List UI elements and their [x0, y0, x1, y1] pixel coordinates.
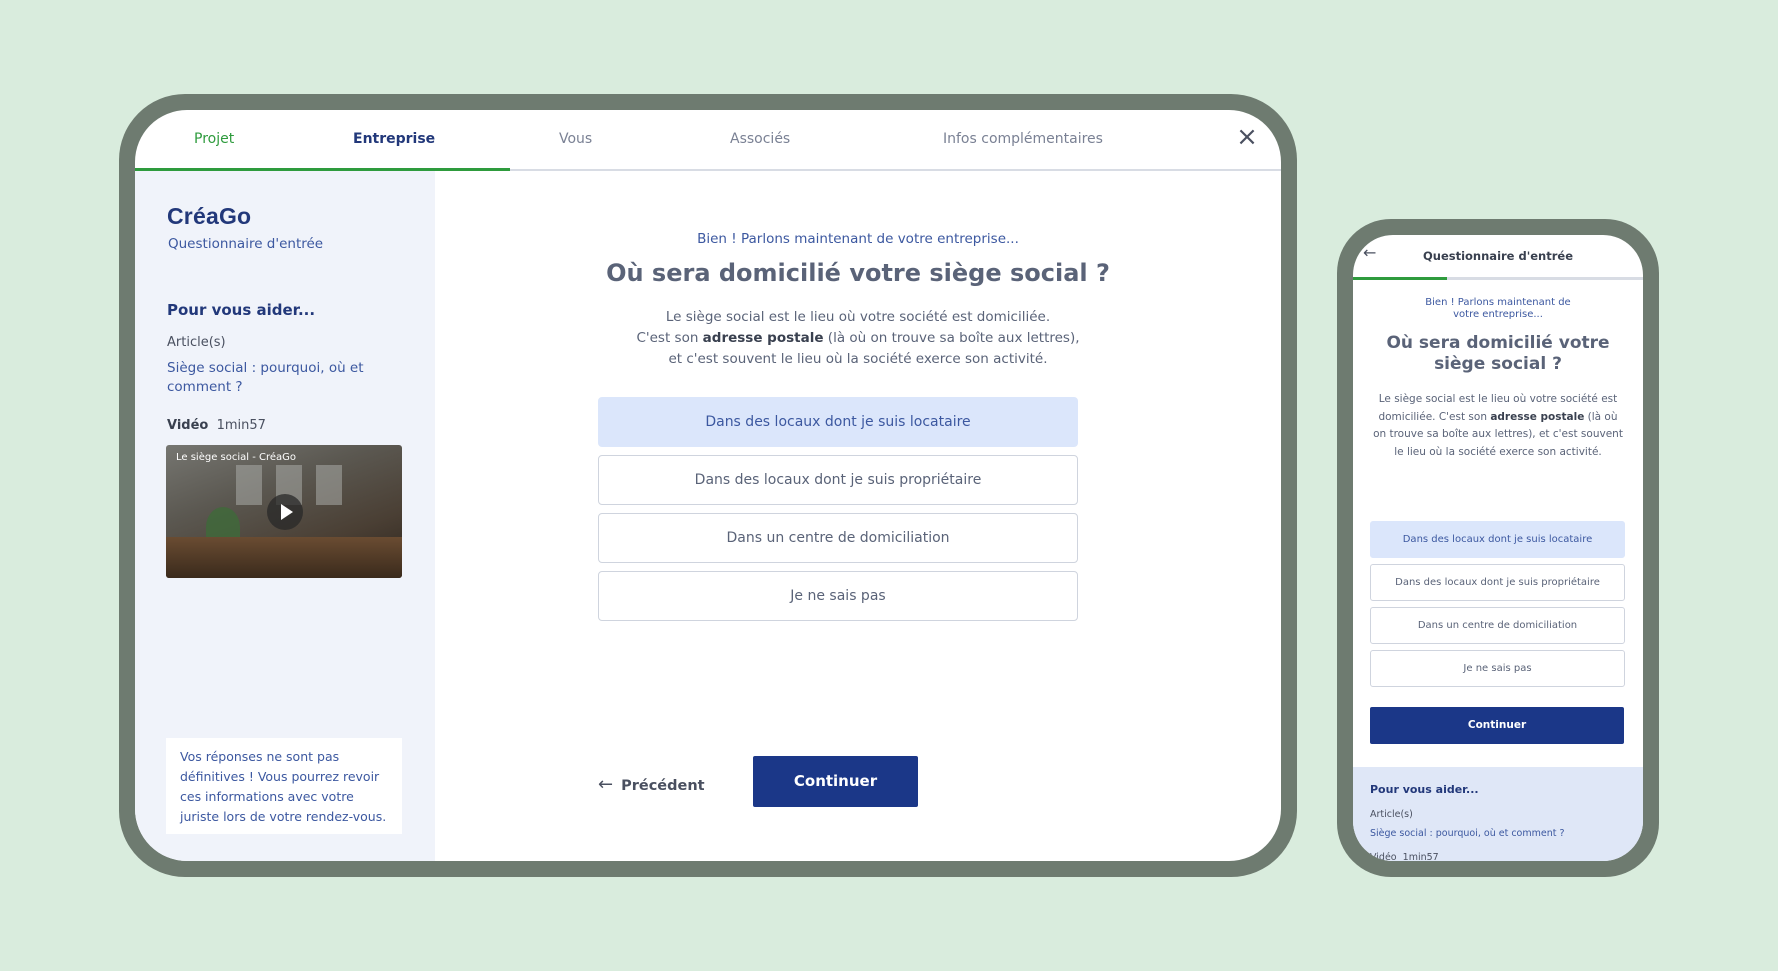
description-emphasis: adresse postale	[702, 330, 824, 346]
phone-help-section: Pour vous aider... Article(s) Siège soci…	[1353, 767, 1643, 861]
phone-continue-button[interactable]: Continuer	[1370, 707, 1624, 744]
tablet-frame: Projet Entreprise Vous Associés Infos co…	[119, 94, 1297, 877]
phone-articles-label: Article(s)	[1370, 809, 1413, 820]
info-note: Vos réponses ne sont pas définitives ! V…	[166, 738, 402, 834]
brand-subtitle: Questionnaire d'entrée	[168, 236, 324, 252]
continue-button[interactable]: Continuer	[753, 756, 918, 807]
thumbnail-window	[316, 465, 342, 505]
description-line-2: C'est son adresse postale (là où on trou…	[558, 328, 1158, 349]
phone-description-emphasis: adresse postale	[1490, 410, 1585, 423]
brand-logo: CréaGo	[167, 203, 252, 229]
main-content: Bien ! Parlons maintenant de votre entre…	[435, 171, 1281, 861]
option-locataire[interactable]: Dans des locaux dont je suis locataire	[598, 397, 1078, 447]
phone-question-description: Le siège social est le lieu où votre soc…	[1371, 391, 1625, 461]
video-label: Vidéo 1min57	[167, 418, 266, 433]
phone-progress-bar	[1353, 277, 1447, 280]
video-thumbnail[interactable]: Le siège social - CréaGo	[166, 445, 402, 578]
tablet-screen: Projet Entreprise Vous Associés Infos co…	[135, 110, 1281, 861]
description-line-2-end: (là où on trouve sa boîte aux lettres),	[823, 330, 1080, 346]
previous-label: Précédent	[621, 778, 705, 794]
option-je-ne-sais-pas[interactable]: Je ne sais pas	[598, 571, 1078, 621]
phone-option-domiciliation[interactable]: Dans un centre de domiciliation	[1370, 607, 1625, 644]
tab-vous[interactable]: Vous	[559, 131, 592, 147]
tab-infos-complementaires[interactable]: Infos complémentaires	[943, 131, 1103, 147]
phone-video-label-text: Vidéo	[1370, 852, 1397, 861]
articles-label: Article(s)	[167, 335, 226, 350]
phone-intro-text: Bien ! Parlons maintenant de votre entre…	[1425, 297, 1571, 320]
thumbnail-desk	[166, 537, 402, 578]
phone-video-duration: 1min57	[1402, 852, 1439, 861]
phone-frame: ← Questionnaire d'entrée Bien ! Parlons …	[1337, 219, 1659, 877]
question-description: Le siège social est le lieu où votre soc…	[558, 307, 1158, 370]
description-line-3: et c'est souvent le lieu où la société e…	[668, 351, 1048, 367]
phone-question-title: Où sera domicilié votre siège social ?	[1386, 333, 1610, 374]
close-icon[interactable]: ×	[1233, 123, 1261, 151]
video-title: Le siège social - CréaGo	[176, 452, 297, 463]
phone-option-proprietaire[interactable]: Dans des locaux dont je suis propriétair…	[1370, 564, 1625, 601]
option-domiciliation[interactable]: Dans un centre de domiciliation	[598, 513, 1078, 563]
tab-projet[interactable]: Projet	[194, 131, 234, 147]
article-link[interactable]: Siège social : pourquoi, où et comment ?	[167, 359, 377, 397]
phone-header-title: Questionnaire d'entrée	[1422, 249, 1573, 263]
description-line-2-start: C'est son	[636, 330, 703, 346]
tab-entreprise[interactable]: Entreprise	[353, 131, 435, 147]
previous-button[interactable]: ← Précédent	[598, 771, 705, 799]
intro-text: Bien ! Parlons maintenant de votre entre…	[697, 231, 1019, 247]
phone-header: ← Questionnaire d'entrée	[1353, 235, 1643, 280]
arrow-left-icon: ←	[598, 774, 614, 795]
phone-option-je-ne-sais-pas[interactable]: Je ne sais pas	[1370, 650, 1625, 687]
thumbnail-window	[236, 465, 262, 505]
sidebar: CréaGo Questionnaire d'entrée Pour vous …	[135, 171, 435, 861]
video-duration: 1min57	[216, 418, 266, 433]
help-title: Pour vous aider...	[167, 301, 316, 319]
video-label-text: Vidéo	[167, 418, 209, 433]
option-proprietaire[interactable]: Dans des locaux dont je suis propriétair…	[598, 455, 1078, 505]
phone-article-link[interactable]: Siège social : pourquoi, où et comment ?	[1370, 828, 1565, 839]
phone-option-locataire[interactable]: Dans des locaux dont je suis locataire	[1370, 521, 1625, 558]
description-line-1: Le siège social est le lieu où votre soc…	[665, 309, 1051, 325]
phone-help-title: Pour vous aider...	[1370, 783, 1479, 796]
phone-video-label: Vidéo 1min57	[1370, 852, 1439, 861]
tab-associes[interactable]: Associés	[730, 131, 790, 147]
question-title: Où sera domicilié votre siège social ?	[606, 259, 1110, 287]
step-tabs: Projet Entreprise Vous Associés Infos co…	[135, 110, 1281, 171]
phone-screen: ← Questionnaire d'entrée Bien ! Parlons …	[1353, 235, 1643, 861]
play-icon[interactable]	[267, 494, 303, 530]
